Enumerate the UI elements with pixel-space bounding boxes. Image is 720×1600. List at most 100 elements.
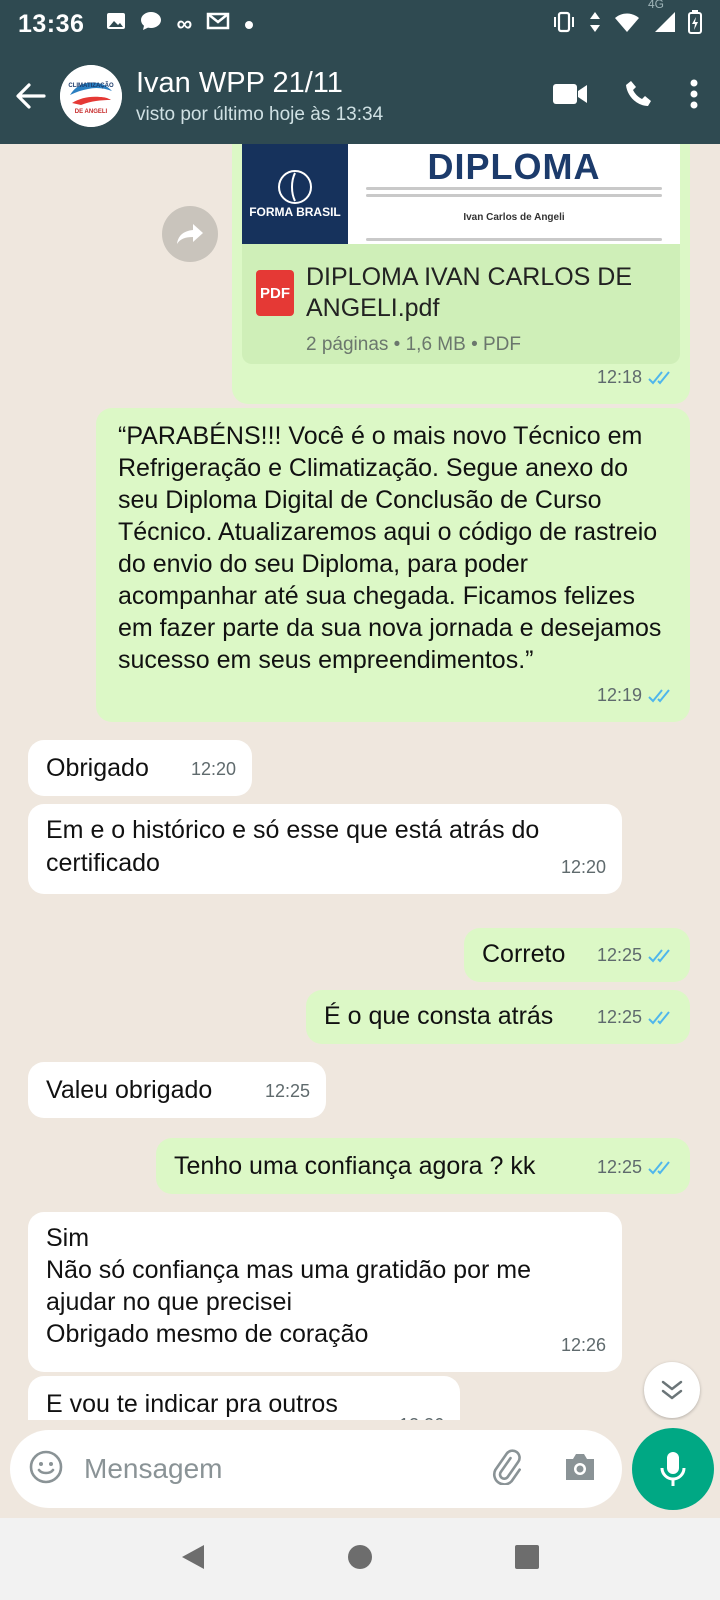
message-meta: 12:18	[597, 361, 674, 394]
outgoing-message[interactable]: “PARABÉNS!!! Você é o mais novo Técnico …	[96, 408, 690, 722]
incoming-message[interactable]: Sim Não só confiança mas uma gratidão po…	[28, 1212, 622, 1372]
voicemail-icon: ∞	[176, 11, 193, 36]
preview-line	[366, 194, 662, 197]
attach-button[interactable]	[488, 1448, 524, 1490]
incoming-message[interactable]: E vou te indicar pra outros 12:26	[28, 1376, 460, 1420]
nav-recents-button[interactable]	[514, 1544, 540, 1575]
incoming-message[interactable]: Valeu obrigado 12:25	[28, 1062, 326, 1118]
message-input[interactable]: Mensagem	[84, 1453, 488, 1485]
attach-icon	[492, 1448, 521, 1486]
outgoing-message[interactable]: É o que consta atrás 12:25	[306, 990, 690, 1044]
contact-avatar[interactable]: CLIMATIZAÇÃO DE ANGELI	[60, 65, 122, 127]
gallery-icon	[106, 12, 126, 36]
system-icons: 4G	[552, 0, 702, 39]
camera-button[interactable]	[562, 1451, 598, 1488]
nav-back-icon	[182, 1544, 205, 1569]
pdf-icon: PDF	[256, 270, 294, 316]
message-text: Tenho uma confiança agora ? kk	[174, 1152, 536, 1180]
message-meta: 12:25	[265, 1075, 310, 1108]
chat-bubble-icon	[140, 11, 162, 37]
svg-text:CLIMATIZAÇÃO: CLIMATIZAÇÃO	[68, 82, 114, 89]
message-text: Sim Não só confiança mas uma gratidão po…	[46, 1224, 531, 1348]
video-call-button[interactable]	[552, 82, 588, 111]
read-ticks-icon	[648, 1010, 670, 1024]
document-file-info: 2 páginas • 1,6 MB • PDF	[306, 334, 522, 355]
forward-icon	[177, 224, 203, 244]
scroll-to-bottom-button[interactable]	[644, 1362, 700, 1418]
message-text: E vou te indicar pra outros	[46, 1390, 338, 1418]
forward-button[interactable]	[162, 206, 218, 262]
mic-icon	[660, 1452, 686, 1486]
message-meta: 12:26	[399, 1409, 444, 1420]
data-arrows-icon	[588, 11, 602, 38]
more-options-button[interactable]	[690, 79, 698, 114]
message-time: 12:25	[596, 1157, 642, 1177]
back-button[interactable]	[2, 83, 60, 109]
message-text: É o que consta atrás	[324, 1002, 554, 1030]
message-time: 12:25	[596, 945, 642, 965]
notification-icons: ∞	[106, 11, 254, 37]
status-time: 13:36	[18, 9, 85, 38]
avatar-logo-icon: CLIMATIZAÇÃO DE ANGELI	[60, 65, 122, 127]
message-time: 12:25	[596, 1007, 642, 1027]
nav-home-button[interactable]	[347, 1544, 373, 1575]
battery-icon	[688, 9, 702, 39]
voice-record-button[interactable]	[632, 1428, 714, 1510]
message-text: Correto	[482, 940, 566, 968]
preview-line	[366, 238, 662, 241]
document-preview[interactable]: FORMA BRASIL DIPLOMA Ivan Carlos de Ange…	[242, 144, 680, 244]
read-ticks-icon	[648, 688, 670, 702]
message-time: 12:18	[596, 367, 642, 387]
message-time: 12:26	[560, 1335, 606, 1355]
gmail-icon	[206, 12, 230, 36]
svg-text:DE ANGELI: DE ANGELI	[75, 109, 108, 115]
incoming-message[interactable]: Obrigado 12:20	[28, 740, 252, 796]
message-meta: 12:20	[191, 753, 236, 786]
read-ticks-icon	[648, 370, 670, 384]
document-file-card[interactable]: PDF DIPLOMA IVAN CARLOS DE ANGELI.pdf 2 …	[242, 244, 680, 364]
wifi-icon	[614, 11, 640, 38]
preview-title: DIPLOMA	[427, 146, 601, 187]
document-message[interactable]: FORMA BRASIL DIPLOMA Ivan Carlos de Ange…	[232, 144, 690, 404]
message-time: 12:19	[596, 685, 642, 705]
message-time: 12:25	[264, 1081, 310, 1101]
signal-icon: 4G	[648, 0, 676, 38]
message-composer[interactable]: Mensagem	[10, 1430, 622, 1508]
message-meta: 12:19	[597, 679, 674, 712]
message-time: 12:26	[399, 1409, 444, 1420]
message-meta: 12:25	[597, 1151, 674, 1184]
dot-icon	[244, 13, 254, 36]
phone-icon	[626, 80, 651, 106]
nav-recents-icon	[514, 1544, 539, 1569]
message-meta: 12:20	[561, 851, 606, 884]
chevron-down-icon	[661, 1380, 683, 1400]
contact-info[interactable]: Ivan WPP 21/11 visto por último hoje às …	[136, 66, 383, 126]
message-text: Obrigado	[46, 754, 149, 782]
nav-back-button[interactable]	[180, 1543, 206, 1576]
chat-messages[interactable]: FORMA BRASIL DIPLOMA Ivan Carlos de Ange…	[0, 144, 720, 1420]
message-time: 12:20	[560, 857, 606, 877]
network-type: 4G	[648, 0, 665, 11]
last-seen: visto por último hoje às 13:34	[136, 104, 384, 125]
preview-brand: FORMA BRASIL	[249, 205, 341, 219]
video-call-icon	[553, 83, 587, 104]
nav-home-icon	[347, 1544, 372, 1569]
camera-icon	[566, 1453, 594, 1480]
outgoing-message[interactable]: Tenho uma confiança agora ? kk 12:25	[156, 1138, 690, 1194]
emoji-button[interactable]	[28, 1449, 64, 1490]
message-meta: 12:26	[561, 1329, 606, 1362]
system-navigation-bar	[0, 1518, 720, 1600]
chat-header: CLIMATIZAÇÃO DE ANGELI Ivan WPP 21/11 vi…	[0, 48, 720, 144]
more-options-icon	[690, 79, 698, 108]
message-text: Valeu obrigado	[46, 1076, 213, 1104]
emoji-icon	[29, 1450, 63, 1483]
message-text: Em e o histórico e só esse que está atrá…	[46, 816, 540, 877]
outgoing-message[interactable]: Correto 12:25	[464, 928, 690, 982]
message-meta: 12:25	[597, 1001, 674, 1034]
preview-line	[366, 187, 662, 190]
brand-logo-icon	[278, 170, 312, 204]
read-ticks-icon	[648, 948, 670, 962]
preview-body: DIPLOMA Ivan Carlos de Angeli	[348, 144, 680, 244]
incoming-message[interactable]: Em e o histórico e só esse que está atrá…	[28, 804, 622, 894]
voice-call-button[interactable]	[624, 79, 654, 114]
